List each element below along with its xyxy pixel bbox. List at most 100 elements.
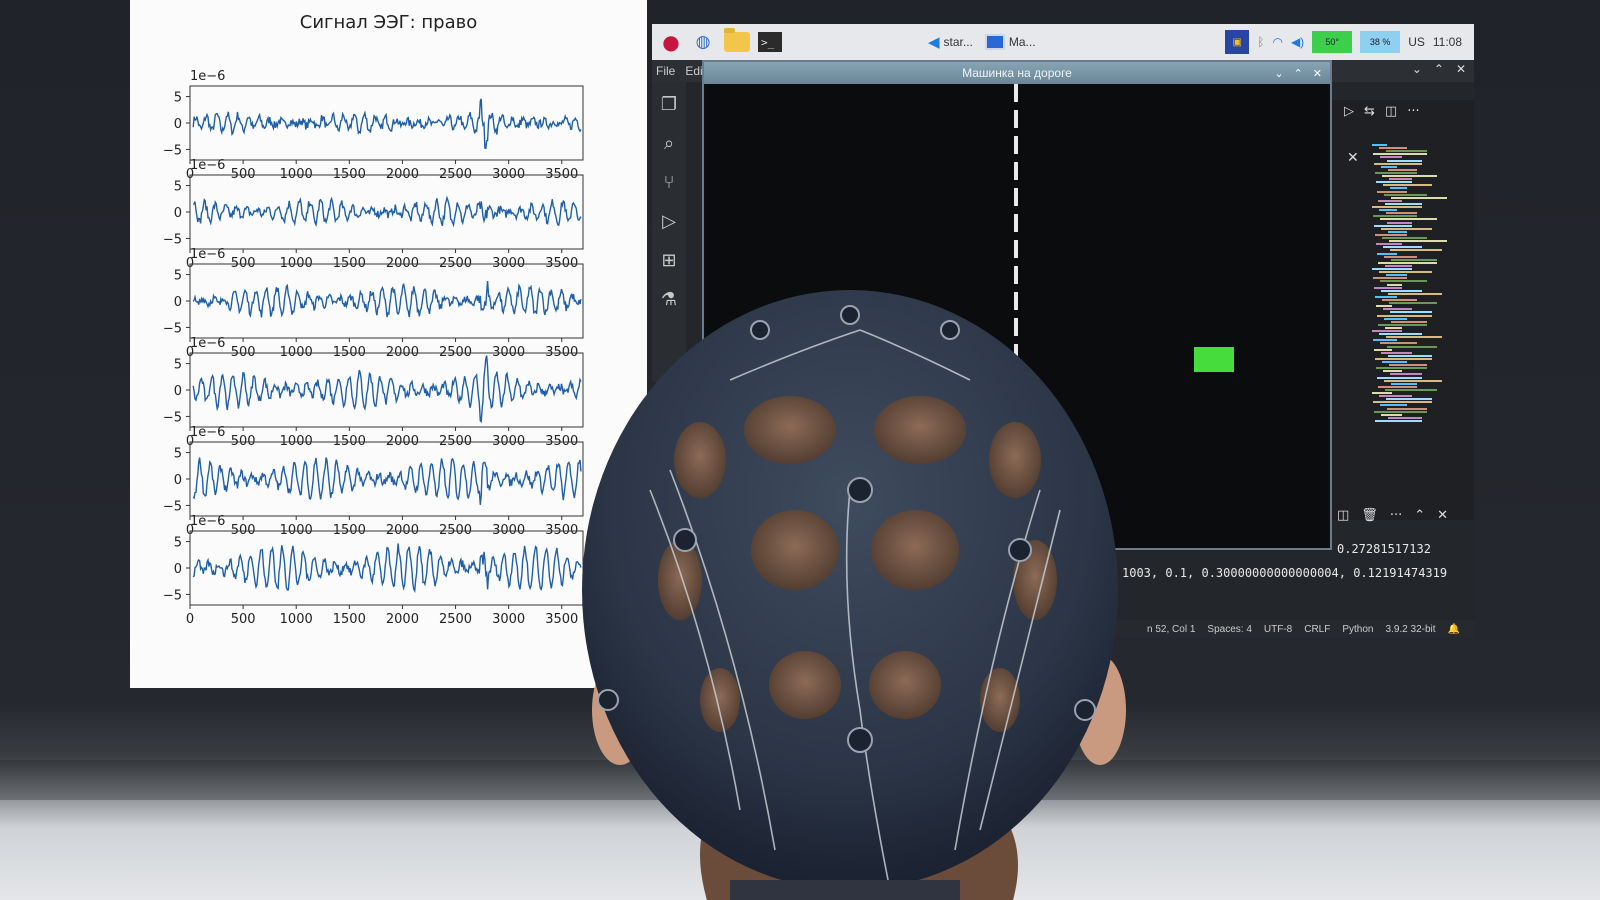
search-icon[interactable]: ⌕ (664, 133, 674, 154)
terminal-output-line: 0.27281517132 (1337, 542, 1431, 556)
subplot-scale-label: 1e−6 (190, 514, 225, 529)
minimap-line (1386, 274, 1407, 277)
status-encoding[interactable]: UTF-8 (1264, 624, 1292, 635)
minimap-line (1381, 227, 1432, 230)
volume-icon[interactable]: ◀) (1291, 35, 1304, 49)
close-editor-icon[interactable]: ✕ (1347, 150, 1359, 166)
minimap-line (1373, 215, 1417, 218)
minimap-line (1379, 271, 1432, 274)
x-tick-label: 1000 (280, 612, 313, 627)
status-indent[interactable]: Spaces: 4 (1207, 624, 1251, 635)
source-control-icon[interactable]: ⑂ (664, 172, 675, 193)
y-tick-label: −5 (163, 410, 182, 425)
minimap-line (1390, 373, 1422, 376)
vscode-window-controls: ⌄ ⌃ ✕ (1412, 62, 1466, 76)
run-icon[interactable]: ▷ (1344, 104, 1354, 119)
maximize-panel-icon[interactable]: ⌃ (1414, 508, 1425, 523)
menu-file[interactable]: File (656, 64, 675, 78)
minimap-line (1373, 401, 1432, 404)
browser-icon[interactable]: ◍ (690, 29, 716, 55)
y-tick-label: −5 (163, 232, 182, 247)
tray-app-icon[interactable]: ▣ (1225, 30, 1250, 54)
minimap-line (1381, 351, 1412, 354)
minimap-line (1380, 218, 1437, 221)
minimap-line (1376, 243, 1402, 246)
minimap-line (1391, 382, 1417, 385)
more-icon[interactable]: ··· (1390, 508, 1402, 523)
y-tick-label: −5 (163, 588, 182, 603)
keyboard-layout[interactable]: US (1408, 35, 1425, 49)
subplot-scale-label: 1e−6 (190, 158, 225, 173)
trash-icon[interactable]: 🗑 (1361, 508, 1378, 523)
extensions-icon[interactable]: ⊞ (661, 250, 676, 271)
close-icon[interactable]: ✕ (1456, 62, 1466, 76)
status-interpreter[interactable]: 3.9.2 32-bit (1386, 624, 1436, 635)
minimap-line (1377, 314, 1432, 317)
status-eol[interactable]: CRLF (1304, 624, 1330, 635)
x-tick-label: 1500 (333, 612, 366, 627)
y-tick-label: −5 (163, 321, 182, 336)
x-tick-label: 2500 (439, 612, 472, 627)
terminal-output-line: 1003, 0.1, 0.30000000000000004, 0.121914… (1122, 566, 1448, 580)
minimap-line (1386, 212, 1417, 215)
minimap-line (1387, 159, 1422, 162)
taskbar-vscode-button[interactable]: ◀ star... (922, 29, 979, 55)
close-panel-icon[interactable]: ✕ (1437, 508, 1448, 523)
bell-icon[interactable]: 🔔 (1448, 624, 1460, 635)
minimap-line (1381, 165, 1397, 168)
y-tick-label: 0 (174, 117, 182, 132)
minimap-line (1381, 289, 1422, 292)
close-icon[interactable]: ✕ (1313, 67, 1322, 80)
status-language[interactable]: Python (1342, 624, 1373, 635)
more-icon[interactable]: ··· (1407, 104, 1419, 119)
eeg-series-line (192, 355, 582, 424)
wifi-icon[interactable]: ◠ (1272, 35, 1282, 49)
plot-title: Сигнал ЭЭГ: право (299, 12, 478, 33)
minimap-line (1382, 175, 1437, 177)
clock[interactable]: 11:08 (1433, 35, 1462, 49)
minimap-line (1376, 367, 1427, 370)
split-editor-icon[interactable]: ◫ (1385, 104, 1397, 119)
minimap-line (1377, 376, 1422, 379)
minimap[interactable] (1372, 144, 1452, 424)
minimap-line (1382, 361, 1407, 363)
game-window-title[interactable]: Машинка на дороге (704, 62, 1330, 84)
compare-icon[interactable]: ⇆ (1364, 104, 1375, 119)
minimap-line (1383, 370, 1402, 373)
chevron-down-icon[interactable]: ⌄ (1412, 62, 1422, 76)
minimap-line (1377, 190, 1407, 193)
split-terminal-icon[interactable]: ◫ (1337, 508, 1349, 523)
status-cursor-position[interactable]: n 52, Col 1 (1147, 624, 1195, 635)
editor-toolbar: ▷ ⇆ ◫ ··· (1344, 104, 1420, 119)
taskbar-game-button[interactable]: Ma... (979, 29, 1042, 55)
minimap-line (1389, 364, 1427, 367)
cpu-temp-meter: 50° (1312, 31, 1353, 53)
minimap-line (1388, 292, 1442, 295)
minimap-line (1391, 196, 1447, 199)
run-debug-icon[interactable]: ▷ (662, 211, 676, 232)
taskbar: ● ◍ >_ ◀ star... Ma... ▣ ᛒ ◠ ◀) 50° 38 %… (652, 24, 1474, 60)
x-tick-label: 2000 (386, 612, 419, 627)
minimap-line (1389, 302, 1437, 305)
y-tick-label: 0 (174, 206, 182, 221)
minimap-line (1372, 330, 1402, 332)
y-tick-label: −5 (163, 499, 182, 514)
explorer-icon[interactable]: ❐ (661, 94, 677, 115)
minimap-line (1372, 268, 1412, 270)
x-tick-label: 0 (186, 612, 194, 627)
terminal-icon[interactable]: >_ (758, 32, 782, 52)
raspberry-menu-icon[interactable]: ● (658, 29, 684, 55)
taskbar-game-label: Ma... (1008, 35, 1036, 49)
minimap-line (1375, 233, 1407, 236)
maximize-icon[interactable]: ⌃ (1294, 67, 1303, 80)
y-tick-label: 0 (174, 384, 182, 399)
minimap-line (1388, 168, 1417, 171)
minimap-line (1379, 209, 1397, 212)
bluetooth-icon[interactable]: ᛒ (1257, 35, 1264, 49)
subplot-frame (189, 352, 584, 428)
maximize-icon[interactable]: ⌃ (1434, 62, 1444, 76)
window-icon (984, 34, 1005, 50)
minimap-line (1385, 202, 1422, 205)
chevron-down-icon[interactable]: ⌄ (1274, 67, 1283, 80)
file-manager-icon[interactable] (724, 28, 750, 52)
